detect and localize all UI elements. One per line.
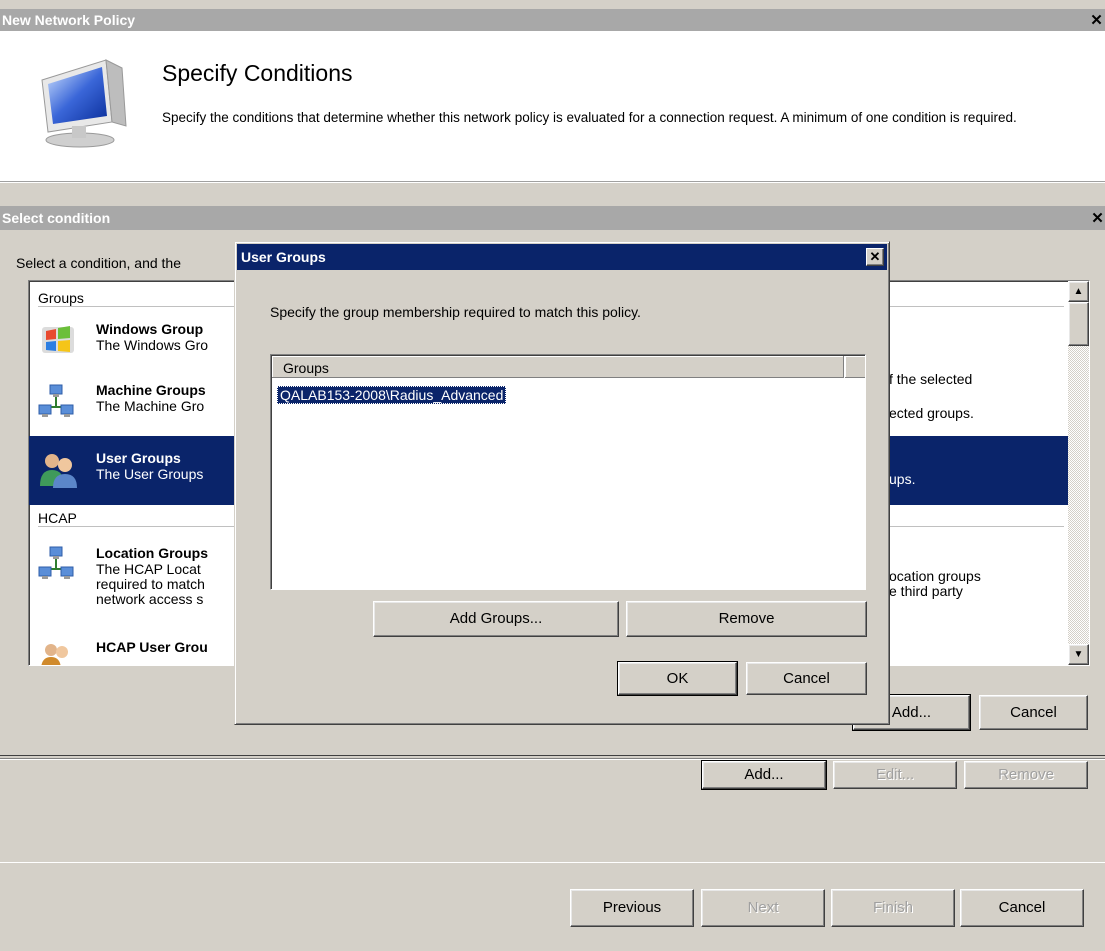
condition-item-title: User Groups	[96, 450, 181, 466]
wizard-header-divider	[0, 181, 1105, 183]
condition-item-description: The HCAP Locat	[96, 561, 201, 577]
add-groups-button[interactable]: Add Groups...	[373, 601, 619, 637]
condition-item-description-right: e third party	[889, 583, 963, 599]
groups-list-header[interactable]: Groups	[272, 356, 844, 378]
condition-item-description-right: ected groups.	[889, 405, 974, 421]
groups-column-header: Groups	[283, 360, 329, 376]
groups-list[interactable]: Groups QALAB153-2008\Radius_Advanced	[270, 354, 866, 590]
scroll-thumb[interactable]	[1068, 302, 1089, 346]
scroll-up-button[interactable]: ▲	[1068, 281, 1089, 302]
condition-item-description: The User Groups	[96, 466, 204, 482]
groups-list-header-filler	[845, 356, 865, 378]
condition-item-description: network access s	[96, 591, 204, 607]
wizard-remove-button[interactable]: Remove	[964, 761, 1088, 789]
condition-item-title: Location Groups	[96, 545, 208, 561]
condition-item-description-right: ups.	[889, 471, 916, 487]
wizard-content-divider	[0, 758, 1105, 760]
wizard-footer-divider	[0, 862, 1105, 863]
finish-button[interactable]: Finish	[831, 889, 955, 927]
category-separator	[38, 306, 238, 307]
user-groups-icon	[38, 450, 78, 490]
scroll-down-button[interactable]: ▼	[1068, 644, 1089, 665]
condition-item-description: required to match	[96, 576, 205, 592]
wizard-title: New Network Policy	[2, 12, 136, 28]
user-groups-close-icon[interactable]: ✕	[866, 248, 884, 266]
wizard-heading: Specify Conditions	[162, 60, 353, 86]
condition-item-description: The Windows Gro	[96, 337, 209, 353]
condition-item-title: HCAP User Grou	[96, 639, 208, 655]
condition-list-scrollbar[interactable]: ▲ ▼	[1068, 281, 1089, 665]
windows-groups-icon	[38, 321, 78, 355]
category-separator	[38, 526, 238, 527]
condition-item-title: Windows Group	[96, 321, 204, 337]
wizard-edit-button[interactable]: Edit...	[833, 761, 957, 789]
remove-group-button[interactable]: Remove	[626, 601, 867, 637]
user-groups-titlebar: User Groups	[237, 244, 887, 270]
wizard-close-icon[interactable]: ✕	[1088, 12, 1105, 29]
condition-category-groups: Groups	[38, 290, 84, 306]
wizard-cancel-button[interactable]: Cancel	[960, 889, 1084, 927]
hcap-user-groups-icon	[38, 640, 74, 665]
select-condition-close-icon[interactable]: ✕	[1090, 210, 1105, 227]
wizard-titlebar: New Network Policy	[0, 9, 1105, 31]
previous-button[interactable]: Previous	[570, 889, 694, 927]
user-groups-instruction: Specify the group membership required to…	[270, 304, 641, 320]
select-condition-cancel-button[interactable]: Cancel	[979, 695, 1088, 730]
condition-item-title: Machine Groups	[96, 382, 206, 398]
wizard-add-button[interactable]: Add...	[701, 760, 827, 790]
select-condition-title: Select condition	[2, 210, 111, 226]
user-groups-title: User Groups	[241, 249, 326, 265]
select-condition-instruction: Select a condition, and the	[16, 255, 182, 271]
wizard-description: Specify the conditions that determine wh…	[162, 110, 1017, 125]
condition-item-description: The Machine Gro	[96, 398, 205, 414]
network-monitor-icon	[20, 52, 135, 152]
groups-list-row-text: QALAB153-2008\Radius_Advanced	[280, 387, 504, 403]
user-groups-cancel-button[interactable]: Cancel	[746, 662, 867, 695]
next-button[interactable]: Next	[701, 889, 825, 927]
category-separator	[889, 526, 1064, 527]
location-groups-icon	[38, 545, 74, 583]
user-groups-ok-button[interactable]: OK	[617, 661, 738, 696]
condition-category-hcap: HCAP	[38, 510, 77, 526]
condition-item-description-right: ocation groups	[889, 568, 981, 584]
machine-groups-icon	[38, 383, 74, 421]
groups-list-row[interactable]: QALAB153-2008\Radius_Advanced	[277, 386, 507, 404]
wizard-header-panel	[0, 31, 1105, 181]
select-condition-titlebar: Select condition	[0, 206, 1105, 230]
category-separator	[889, 306, 1064, 307]
